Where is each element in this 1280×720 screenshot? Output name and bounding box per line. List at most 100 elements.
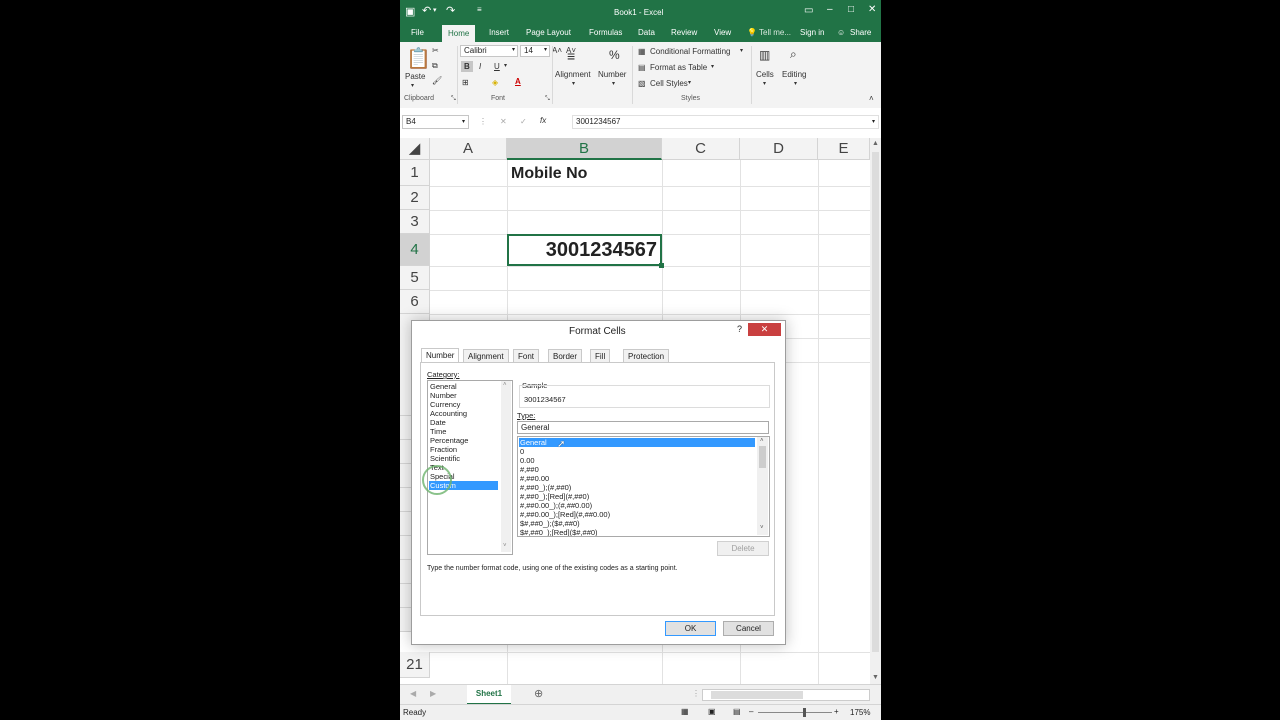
copy-icon[interactable]: ⧉	[432, 61, 438, 71]
normal-view-icon[interactable]: ▦	[681, 707, 689, 716]
sign-in-link[interactable]: Sign in	[800, 28, 824, 37]
format-item[interactable]: $#,##0_);[Red]($#,##0)	[520, 528, 598, 536]
row-header-5[interactable]: 5	[400, 266, 430, 290]
cancel-entry-icon[interactable]: ✕	[500, 117, 507, 126]
format-item[interactable]: $#,##0_);($#,##0)	[520, 519, 580, 528]
alignment-icon[interactable]: ≡	[567, 48, 575, 64]
next-sheet-icon[interactable]: ▶	[430, 689, 436, 698]
fill-color-icon[interactable]: ◈	[492, 78, 498, 87]
select-all-corner[interactable]: ◢	[400, 138, 430, 160]
underline-dropdown-icon[interactable]: ▾	[504, 62, 507, 69]
column-header-a[interactable]: A	[430, 138, 507, 160]
row-header-2[interactable]: 2	[400, 186, 430, 210]
page-layout-view-icon[interactable]: ▣	[708, 707, 716, 716]
row-header-21[interactable]: 21	[400, 652, 430, 678]
ribbon-display-icon[interactable]: ▭	[804, 5, 813, 16]
more-options-icon[interactable]: ⋮	[479, 117, 487, 126]
format-item[interactable]: #,##0_);[Red](#,##0)	[520, 492, 589, 501]
horizontal-scrollbar[interactable]	[702, 689, 870, 701]
font-color-icon[interactable]: A	[515, 77, 521, 86]
dialog-close-button[interactable]: ✕	[748, 323, 781, 336]
format-item[interactable]: 0	[520, 447, 524, 456]
category-item-scientific[interactable]: Scientific	[430, 454, 460, 463]
tell-me-box[interactable]: Tell me...	[759, 28, 791, 37]
grow-font-icon[interactable]: A˄	[552, 46, 562, 55]
format-item[interactable]: #,##0	[520, 465, 539, 474]
font-name-box[interactable]: Calibri ▾	[460, 45, 518, 57]
row-header-6[interactable]: 6	[400, 290, 430, 314]
number-button[interactable]: Number	[598, 70, 626, 79]
conditional-formatting-button[interactable]: Conditional Formatting	[650, 47, 730, 56]
insert-function-icon[interactable]: fx	[540, 116, 546, 125]
chevron-down-icon[interactable]: ˅	[760, 525, 764, 531]
cell-styles-dropdown-icon[interactable]: ▾	[688, 79, 691, 86]
column-header-e[interactable]: E	[818, 138, 870, 160]
tab-page-layout[interactable]: Page Layout	[526, 28, 571, 37]
tab-split-icon[interactable]: ⋮	[692, 689, 700, 698]
category-item-general[interactable]: General	[430, 382, 457, 391]
magnifier-icon[interactable]: ⌕	[790, 47, 797, 62]
category-item-number[interactable]: Number	[430, 391, 457, 400]
scroll-up-icon[interactable]: ▲	[872, 140, 879, 147]
bold-button[interactable]: B	[461, 61, 473, 72]
tab-view[interactable]: View	[714, 28, 731, 37]
type-input[interactable]: General	[517, 421, 769, 434]
tab-formulas[interactable]: Formulas	[589, 28, 622, 37]
redo-icon[interactable]: ↷	[446, 4, 455, 17]
minimize-icon[interactable]: –	[827, 4, 833, 15]
format-item[interactable]: #,##0.00_);[Red](#,##0.00)	[520, 510, 610, 519]
format-item[interactable]: #,##0_);(#,##0)	[520, 483, 571, 492]
format-item[interactable]: #,##0.00_);(#,##0.00)	[520, 501, 592, 510]
format-list-scrollbar[interactable]: ˄ ˅	[757, 437, 768, 535]
zoom-out-icon[interactable]: –	[749, 707, 753, 716]
editing-dropdown-icon[interactable]: ▾	[794, 80, 797, 87]
category-item-accounting[interactable]: Accounting	[430, 409, 467, 418]
italic-button[interactable]: I	[479, 62, 481, 71]
help-button[interactable]: ?	[737, 324, 742, 334]
vertical-scrollbar[interactable]: ▲ ▼	[870, 138, 881, 684]
sheet-tab-sheet1[interactable]: Sheet1	[467, 685, 511, 705]
person-icon[interactable]: ☺	[837, 28, 845, 37]
conditional-formatting-icon[interactable]: ▦	[638, 47, 646, 56]
chevron-down-icon[interactable]: ˅	[503, 543, 507, 549]
format-as-table-button[interactable]: Format as Table	[650, 63, 707, 72]
undo-dropdown-icon[interactable]: ▾	[433, 6, 437, 14]
category-scrollbar[interactable]: ˄ ˅	[501, 381, 511, 552]
tab-file[interactable]: File	[411, 28, 424, 37]
tab-review[interactable]: Review	[671, 28, 697, 37]
tab-home[interactable]: Home	[442, 25, 476, 42]
format-item[interactable]: 0.00	[520, 456, 535, 465]
format-item[interactable]: #,##0.00	[520, 474, 549, 483]
column-header-d[interactable]: D	[740, 138, 818, 160]
new-sheet-icon[interactable]: ⊕	[534, 687, 543, 700]
horizontal-scroll-thumb[interactable]	[711, 691, 803, 699]
category-item-percentage[interactable]: Percentage	[430, 436, 468, 445]
name-box[interactable]: B4 ▾	[402, 115, 469, 129]
underline-button[interactable]: U	[494, 62, 500, 71]
editing-button[interactable]: Editing	[782, 70, 806, 79]
category-item-currency[interactable]: Currency	[430, 400, 460, 409]
format-list-thumb[interactable]	[759, 446, 766, 468]
alignment-dropdown-icon[interactable]: ▾	[572, 80, 575, 87]
close-icon[interactable]: ✕	[868, 4, 876, 15]
row-header-4[interactable]: 4	[400, 234, 430, 266]
cell-styles-icon[interactable]: ▧	[638, 79, 646, 88]
cancel-button[interactable]: Cancel	[723, 621, 774, 636]
share-button[interactable]: Share	[850, 28, 871, 37]
save-icon[interactable]: ▣	[405, 5, 415, 18]
format-painter-icon[interactable]: 🖌	[432, 76, 442, 85]
column-header-c[interactable]: C	[662, 138, 740, 160]
category-item-date[interactable]: Date	[430, 418, 446, 427]
format-table-icon[interactable]: ▤	[638, 63, 646, 72]
alignment-button[interactable]: Alignment	[555, 70, 591, 79]
row-header-1[interactable]: 1	[400, 160, 430, 186]
prev-sheet-icon[interactable]: ◀	[410, 689, 416, 698]
row-header-3[interactable]: 3	[400, 210, 430, 234]
conditional-formatting-dropdown-icon[interactable]: ▾	[740, 47, 743, 54]
maximize-icon[interactable]: □	[848, 4, 854, 15]
column-header-b[interactable]: B	[507, 138, 662, 160]
tab-data[interactable]: Data	[638, 28, 655, 37]
category-item-time[interactable]: Time	[430, 427, 446, 436]
borders-icon[interactable]: ⊞	[462, 78, 469, 87]
paste-button[interactable]: Paste	[405, 72, 425, 81]
